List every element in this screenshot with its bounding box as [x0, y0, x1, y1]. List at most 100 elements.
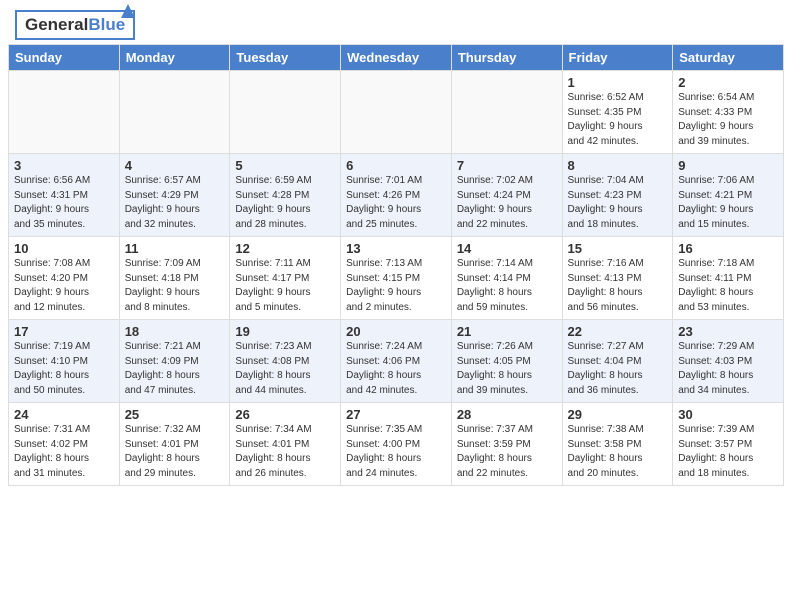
calendar-cell: 23Sunrise: 7:29 AM Sunset: 4:03 PM Dayli…	[673, 320, 784, 403]
day-number: 7	[457, 158, 557, 173]
day-info: Sunrise: 7:01 AM Sunset: 4:26 PM Dayligh…	[346, 174, 446, 232]
day-info: Sunrise: 7:18 AM Sunset: 4:11 PM Dayligh…	[678, 257, 778, 315]
calendar-cell: 29Sunrise: 7:38 AM Sunset: 3:58 PM Dayli…	[562, 403, 673, 486]
day-info: Sunrise: 7:09 AM Sunset: 4:18 PM Dayligh…	[125, 257, 225, 315]
day-info: Sunrise: 6:56 AM Sunset: 4:31 PM Dayligh…	[14, 174, 114, 232]
day-number: 23	[678, 324, 778, 339]
day-header-monday: Monday	[119, 45, 230, 71]
day-header-wednesday: Wednesday	[341, 45, 452, 71]
calendar-cell: 30Sunrise: 7:39 AM Sunset: 3:57 PM Dayli…	[673, 403, 784, 486]
day-number: 24	[14, 407, 114, 422]
day-header-tuesday: Tuesday	[230, 45, 341, 71]
day-number: 25	[125, 407, 225, 422]
day-info: Sunrise: 7:23 AM Sunset: 4:08 PM Dayligh…	[235, 340, 335, 398]
day-info: Sunrise: 7:04 AM Sunset: 4:23 PM Dayligh…	[568, 174, 668, 232]
calendar-cell	[119, 71, 230, 154]
calendar-cell: 12Sunrise: 7:11 AM Sunset: 4:17 PM Dayli…	[230, 237, 341, 320]
calendar-cell: 15Sunrise: 7:16 AM Sunset: 4:13 PM Dayli…	[562, 237, 673, 320]
calendar-cell: 13Sunrise: 7:13 AM Sunset: 4:15 PM Dayli…	[341, 237, 452, 320]
calendar-cell: 18Sunrise: 7:21 AM Sunset: 4:09 PM Dayli…	[119, 320, 230, 403]
calendar-cell: 24Sunrise: 7:31 AM Sunset: 4:02 PM Dayli…	[9, 403, 120, 486]
day-number: 5	[235, 158, 335, 173]
day-number: 2	[678, 75, 778, 90]
day-number: 15	[568, 241, 668, 256]
day-number: 17	[14, 324, 114, 339]
logo-blue-text: Blue	[88, 15, 125, 35]
day-info: Sunrise: 7:02 AM Sunset: 4:24 PM Dayligh…	[457, 174, 557, 232]
day-info: Sunrise: 6:59 AM Sunset: 4:28 PM Dayligh…	[235, 174, 335, 232]
calendar-cell: 14Sunrise: 7:14 AM Sunset: 4:14 PM Dayli…	[451, 237, 562, 320]
calendar-cell: 17Sunrise: 7:19 AM Sunset: 4:10 PM Dayli…	[9, 320, 120, 403]
calendar-cell: 10Sunrise: 7:08 AM Sunset: 4:20 PM Dayli…	[9, 237, 120, 320]
day-number: 20	[346, 324, 446, 339]
calendar-cell: 3Sunrise: 6:56 AM Sunset: 4:31 PM Daylig…	[9, 154, 120, 237]
day-number: 10	[14, 241, 114, 256]
day-number: 14	[457, 241, 557, 256]
calendar-cell: 19Sunrise: 7:23 AM Sunset: 4:08 PM Dayli…	[230, 320, 341, 403]
logo: General Blue	[15, 10, 135, 40]
calendar-cell: 28Sunrise: 7:37 AM Sunset: 3:59 PM Dayli…	[451, 403, 562, 486]
calendar-cell: 22Sunrise: 7:27 AM Sunset: 4:04 PM Dayli…	[562, 320, 673, 403]
day-info: Sunrise: 7:39 AM Sunset: 3:57 PM Dayligh…	[678, 423, 778, 481]
day-number: 27	[346, 407, 446, 422]
day-number: 9	[678, 158, 778, 173]
day-info: Sunrise: 7:11 AM Sunset: 4:17 PM Dayligh…	[235, 257, 335, 315]
day-info: Sunrise: 7:27 AM Sunset: 4:04 PM Dayligh…	[568, 340, 668, 398]
calendar-cell: 16Sunrise: 7:18 AM Sunset: 4:11 PM Dayli…	[673, 237, 784, 320]
calendar-cell	[9, 71, 120, 154]
day-header-thursday: Thursday	[451, 45, 562, 71]
day-header-sunday: Sunday	[9, 45, 120, 71]
calendar-cell	[341, 71, 452, 154]
day-number: 21	[457, 324, 557, 339]
day-number: 1	[568, 75, 668, 90]
day-header-friday: Friday	[562, 45, 673, 71]
day-info: Sunrise: 7:37 AM Sunset: 3:59 PM Dayligh…	[457, 423, 557, 481]
day-info: Sunrise: 7:31 AM Sunset: 4:02 PM Dayligh…	[14, 423, 114, 481]
day-info: Sunrise: 6:57 AM Sunset: 4:29 PM Dayligh…	[125, 174, 225, 232]
day-info: Sunrise: 7:13 AM Sunset: 4:15 PM Dayligh…	[346, 257, 446, 315]
day-number: 19	[235, 324, 335, 339]
calendar-cell: 21Sunrise: 7:26 AM Sunset: 4:05 PM Dayli…	[451, 320, 562, 403]
day-info: Sunrise: 7:32 AM Sunset: 4:01 PM Dayligh…	[125, 423, 225, 481]
day-number: 12	[235, 241, 335, 256]
calendar-cell: 20Sunrise: 7:24 AM Sunset: 4:06 PM Dayli…	[341, 320, 452, 403]
day-info: Sunrise: 7:24 AM Sunset: 4:06 PM Dayligh…	[346, 340, 446, 398]
day-header-saturday: Saturday	[673, 45, 784, 71]
calendar-cell	[451, 71, 562, 154]
day-number: 4	[125, 158, 225, 173]
calendar-cell: 5Sunrise: 6:59 AM Sunset: 4:28 PM Daylig…	[230, 154, 341, 237]
logo-general-text: General	[25, 15, 88, 35]
calendar-cell: 27Sunrise: 7:35 AM Sunset: 4:00 PM Dayli…	[341, 403, 452, 486]
day-info: Sunrise: 6:52 AM Sunset: 4:35 PM Dayligh…	[568, 91, 668, 149]
day-info: Sunrise: 7:21 AM Sunset: 4:09 PM Dayligh…	[125, 340, 225, 398]
day-number: 13	[346, 241, 446, 256]
day-info: Sunrise: 7:08 AM Sunset: 4:20 PM Dayligh…	[14, 257, 114, 315]
day-number: 28	[457, 407, 557, 422]
day-info: Sunrise: 7:34 AM Sunset: 4:01 PM Dayligh…	[235, 423, 335, 481]
calendar-cell: 2Sunrise: 6:54 AM Sunset: 4:33 PM Daylig…	[673, 71, 784, 154]
day-number: 18	[125, 324, 225, 339]
calendar-cell: 9Sunrise: 7:06 AM Sunset: 4:21 PM Daylig…	[673, 154, 784, 237]
calendar-cell: 6Sunrise: 7:01 AM Sunset: 4:26 PM Daylig…	[341, 154, 452, 237]
day-info: Sunrise: 7:35 AM Sunset: 4:00 PM Dayligh…	[346, 423, 446, 481]
day-number: 30	[678, 407, 778, 422]
calendar-cell: 11Sunrise: 7:09 AM Sunset: 4:18 PM Dayli…	[119, 237, 230, 320]
calendar-cell: 26Sunrise: 7:34 AM Sunset: 4:01 PM Dayli…	[230, 403, 341, 486]
calendar-cell: 25Sunrise: 7:32 AM Sunset: 4:01 PM Dayli…	[119, 403, 230, 486]
day-number: 29	[568, 407, 668, 422]
day-info: Sunrise: 7:14 AM Sunset: 4:14 PM Dayligh…	[457, 257, 557, 315]
calendar-cell: 4Sunrise: 6:57 AM Sunset: 4:29 PM Daylig…	[119, 154, 230, 237]
day-number: 3	[14, 158, 114, 173]
day-number: 22	[568, 324, 668, 339]
day-number: 8	[568, 158, 668, 173]
day-number: 16	[678, 241, 778, 256]
day-info: Sunrise: 7:29 AM Sunset: 4:03 PM Dayligh…	[678, 340, 778, 398]
calendar-cell: 8Sunrise: 7:04 AM Sunset: 4:23 PM Daylig…	[562, 154, 673, 237]
logo-arrow-icon	[121, 4, 135, 23]
calendar-cell: 1Sunrise: 6:52 AM Sunset: 4:35 PM Daylig…	[562, 71, 673, 154]
calendar-cell	[230, 71, 341, 154]
calendar-container: SundayMondayTuesdayWednesdayThursdayFrid…	[0, 44, 792, 490]
day-number: 26	[235, 407, 335, 422]
day-info: Sunrise: 7:16 AM Sunset: 4:13 PM Dayligh…	[568, 257, 668, 315]
day-number: 11	[125, 241, 225, 256]
